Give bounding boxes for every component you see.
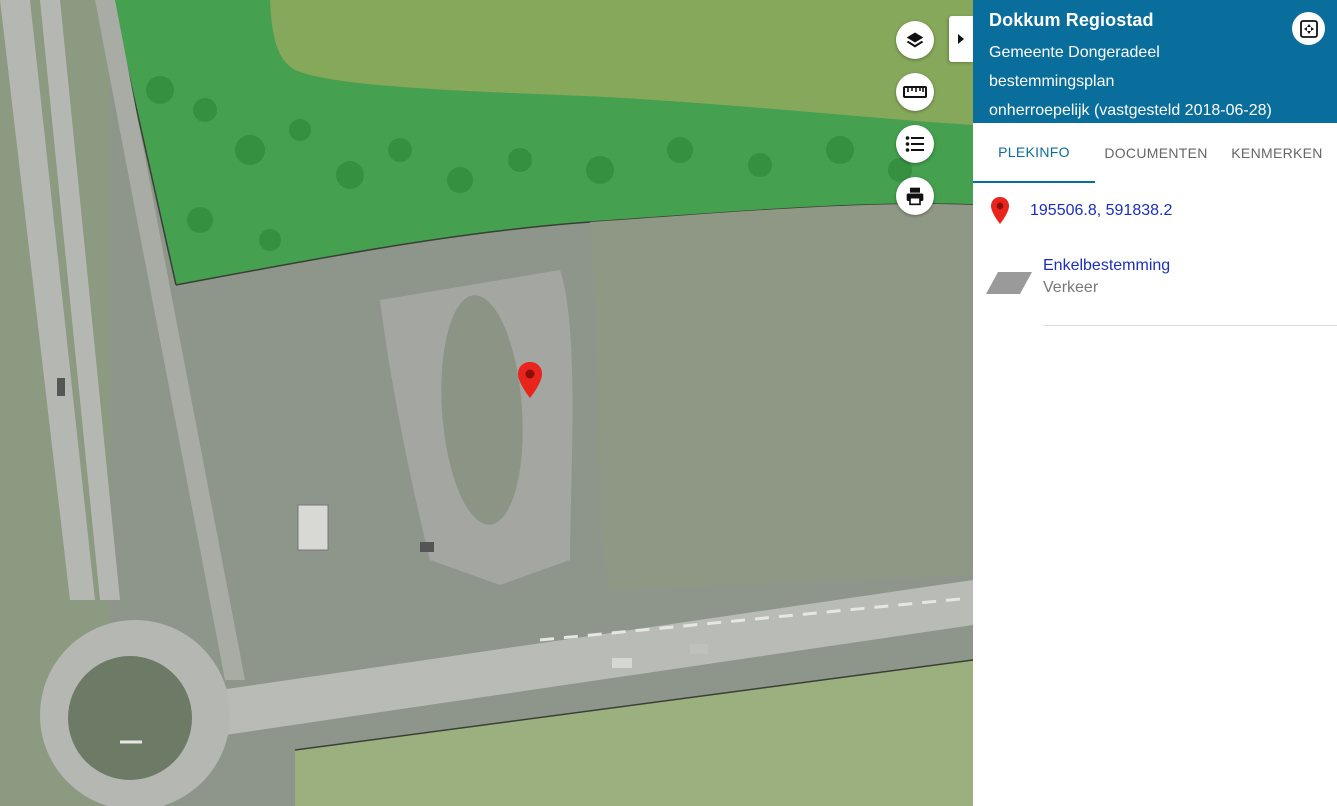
info-panel: Dokkum Regiostad Gemeente Dongeradeel be… [973, 0, 1337, 806]
map-pin-icon[interactable] [518, 362, 542, 398]
municipality-label: Gemeente Dongeradeel [989, 44, 1160, 61]
panel-header: Dokkum Regiostad Gemeente Dongeradeel be… [973, 0, 1337, 123]
tab-documenten[interactable]: DOCUMENTEN [1095, 123, 1217, 183]
ruler-icon [903, 86, 927, 98]
measure-button[interactable] [896, 73, 934, 111]
list-icon [905, 136, 924, 152]
coordinates-row: 195506.8, 591838.2 [973, 190, 1337, 234]
panel-tabs: PLEKINFO DOCUMENTEN KENMERKEN [973, 123, 1337, 183]
bestemming-type-link[interactable]: Enkelbestemming [1043, 257, 1170, 275]
parallelogram-icon [986, 272, 1032, 294]
tab-kenmerken[interactable]: KENMERKEN [1217, 123, 1337, 183]
collapse-panel-button[interactable] [949, 16, 973, 62]
plan-type-label: bestemmingsplan [989, 73, 1115, 90]
legend-button[interactable] [896, 125, 934, 163]
plan-title: Dokkum Regiostad [989, 10, 1154, 30]
zoom-extent-icon [1299, 19, 1318, 38]
layers-icon [906, 32, 924, 48]
map-view[interactable] [0, 0, 973, 806]
caret-right-icon [958, 34, 964, 44]
bestemming-value: Verkeer [1043, 279, 1099, 296]
plan-status-label: onherroepelijk (vastgesteld 2018-06-28) [989, 102, 1272, 119]
layers-button[interactable] [896, 21, 934, 59]
printer-icon [906, 187, 924, 206]
aerial-map-image [0, 0, 973, 806]
divider [1043, 325, 1337, 326]
bestemming-item: Enkelbestemming Verkeer [973, 252, 1337, 326]
coordinates-link[interactable]: 195506.8, 591838.2 [1030, 202, 1172, 220]
tab-plekinfo[interactable]: PLEKINFO [973, 123, 1095, 183]
print-button[interactable] [896, 177, 934, 215]
map-pin-icon [991, 197, 1009, 224]
zoom-to-extent-button[interactable] [1292, 12, 1325, 45]
